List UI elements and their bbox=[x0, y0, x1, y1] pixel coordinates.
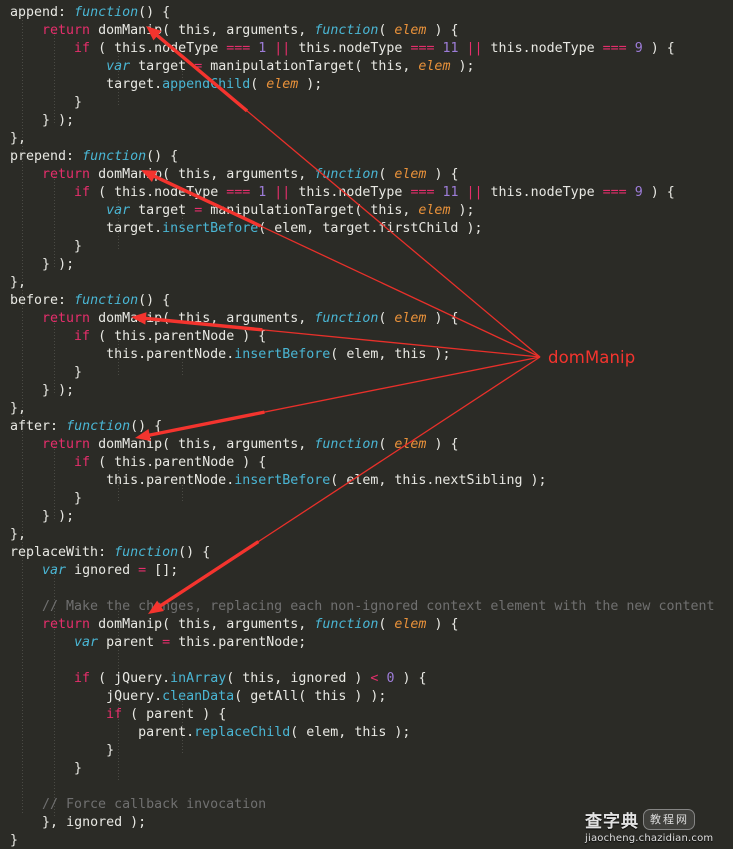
code-line: if ( parent ) { bbox=[106, 707, 227, 722]
code-line: return domManip( this, arguments, functi… bbox=[42, 311, 459, 326]
code-line: return domManip( this, arguments, functi… bbox=[42, 617, 459, 632]
code-line: jQuery.cleanData( getAll( this ) ); bbox=[106, 689, 387, 704]
code-line: } ); bbox=[42, 383, 75, 398]
code-line: target.insertBefore( elem, target.firstC… bbox=[106, 221, 483, 236]
code-line: } ); bbox=[42, 257, 75, 272]
code-line: var target = manipulationTarget( this, e… bbox=[106, 59, 475, 74]
code-line: } ); bbox=[42, 509, 75, 524]
watermark-url: jiaocheng.chazidian.com bbox=[585, 833, 714, 844]
code-line: var ignored = []; bbox=[42, 563, 179, 578]
code-line: this.parentNode.insertBefore( elem, this… bbox=[106, 473, 547, 488]
code-line: var parent = this.parentNode; bbox=[74, 635, 307, 650]
code-line: } bbox=[106, 743, 115, 758]
watermark-brand: 查字典 bbox=[585, 812, 639, 832]
code-line: parent.replaceChild( elem, this ); bbox=[138, 725, 411, 740]
code-line: if ( this.nodeType === 1 || this.nodeTyp… bbox=[74, 41, 675, 56]
code-block: append: function() { return domManip( th… bbox=[0, 0, 733, 849]
code-line: target.appendChild( elem ); bbox=[106, 77, 323, 92]
code-line: if ( this.nodeType === 1 || this.nodeTyp… bbox=[74, 185, 675, 200]
code-line: append: function() { bbox=[10, 5, 171, 20]
annotation-label-domManip: domManip bbox=[548, 348, 636, 367]
code-line: }, bbox=[10, 275, 27, 290]
code-line: } bbox=[74, 95, 83, 110]
code-line: before: function() { bbox=[10, 293, 171, 308]
code-line: if ( this.parentNode ) { bbox=[74, 455, 267, 470]
code-line: // Make the changes, replacing each non-… bbox=[10, 599, 715, 614]
code-line: }, bbox=[10, 131, 27, 146]
code-screenshot: append: function() { return domManip( th… bbox=[0, 0, 733, 849]
code-line: return domManip( this, arguments, functi… bbox=[42, 167, 459, 182]
code-line: return domManip( this, arguments, functi… bbox=[42, 23, 459, 38]
code-line: prepend: function() { bbox=[10, 149, 179, 164]
code-line: } bbox=[74, 239, 83, 254]
code-line: } bbox=[74, 761, 83, 776]
watermark: 查字典 教程网 jiaocheng.chazidian.com bbox=[585, 807, 727, 845]
code-line: after: function() { bbox=[10, 419, 163, 434]
watermark-badge: 教程网 bbox=[643, 809, 695, 830]
code-line: return domManip( this, arguments, functi… bbox=[42, 437, 459, 452]
code-line: if ( jQuery.inArray( this, ignored ) < 0… bbox=[74, 671, 427, 686]
code-line: }, bbox=[10, 401, 27, 416]
code-line: } bbox=[74, 491, 83, 506]
code-line: if ( this.parentNode ) { bbox=[74, 329, 267, 344]
code-line: replaceWith: function() { bbox=[10, 545, 211, 560]
code-line: }, bbox=[10, 527, 27, 542]
code-line: var target = manipulationTarget( this, e… bbox=[106, 203, 475, 218]
code-line: } ); bbox=[42, 113, 75, 128]
